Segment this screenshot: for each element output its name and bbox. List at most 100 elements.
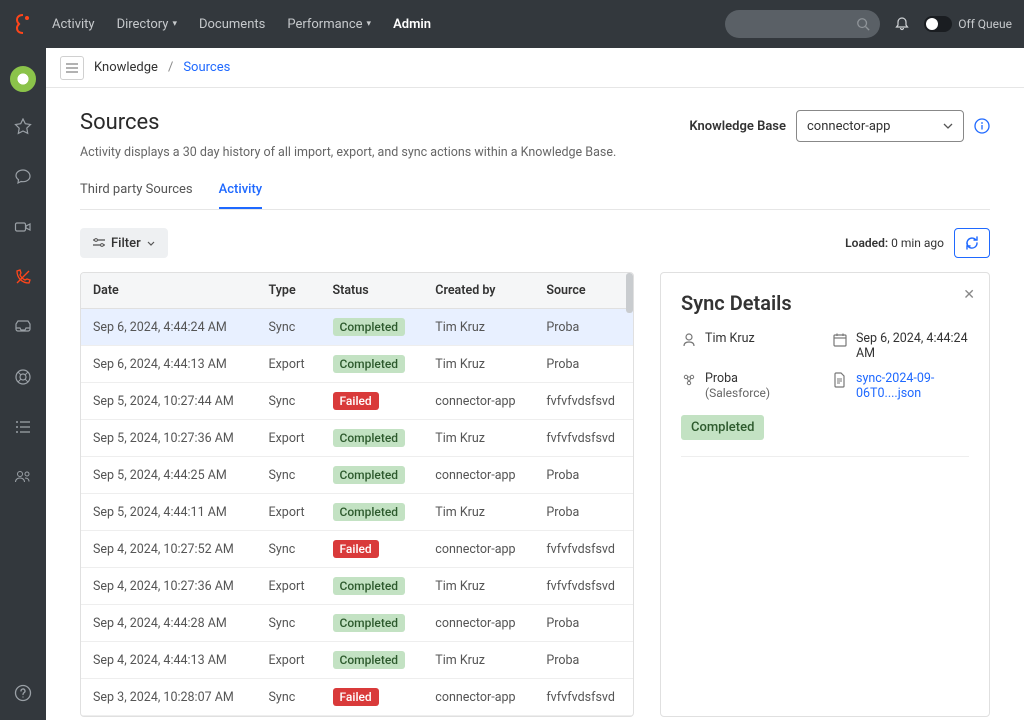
status-badge: Completed [333,614,406,632]
table-cell: Completed [321,346,424,383]
video-icon[interactable] [12,216,34,238]
sync-details-panel: ✕ Sync Details Tim Kruz Sep 6, 2024, 4:4… [660,272,990,717]
notifications-icon[interactable] [894,16,910,32]
table-cell: Sync [257,457,321,494]
table-row[interactable]: Sep 4, 2024, 10:27:36 AMExportCompletedT… [81,568,633,605]
details-status-badge: Completed [681,415,764,440]
table-cell: Failed [321,679,424,716]
table-cell: Completed [321,642,424,679]
kb-label: Knowledge Base [689,119,786,134]
table-row[interactable]: Sep 4, 2024, 4:44:13 AMExportCompletedTi… [81,642,633,679]
column-header[interactable]: Date [81,273,257,309]
search-icon [856,17,870,31]
close-icon[interactable]: ✕ [963,287,975,303]
users-icon[interactable] [12,466,34,488]
column-header[interactable]: Type [257,273,321,309]
refresh-button[interactable] [954,228,990,258]
breadcrumb-current[interactable]: Sources [183,60,230,75]
table-cell: Sync [257,309,321,346]
table-row[interactable]: Sep 5, 2024, 4:44:11 AMExportCompletedTi… [81,494,633,531]
tab-third-party-sources[interactable]: Third party Sources [80,182,193,209]
column-header[interactable]: Source [534,273,633,309]
table-cell: connector-app [423,531,534,568]
list-icon[interactable] [12,416,34,438]
details-file-link[interactable]: sync-2024-09-06T0....json [856,371,969,401]
topnav-item-directory[interactable]: Directory▾ [117,0,177,48]
table-cell: Proba [534,457,633,494]
column-header[interactable]: Status [321,273,424,309]
table-row[interactable]: Sep 5, 2024, 10:27:44 AMSyncFailedconnec… [81,383,633,420]
table-cell: connector-app [423,679,534,716]
filter-button[interactable]: Filter [80,228,168,258]
table-cell: connector-app [423,605,534,642]
status-badge: Failed [333,392,379,410]
knowledge-base-select[interactable]: connector-app [796,110,964,142]
phone-off-icon[interactable] [12,266,34,288]
global-search-input[interactable] [725,10,880,38]
table-row[interactable]: Sep 5, 2024, 4:44:25 AMSyncCompletedconn… [81,457,633,494]
info-icon[interactable] [974,118,990,134]
topnav-item-documents[interactable]: Documents [199,0,265,48]
chevron-down-icon [147,241,155,246]
table-cell: Tim Kruz [423,494,534,531]
inbox-icon[interactable] [12,316,34,338]
activity-table: DateTypeStatusCreated bySource Sep 6, 20… [80,272,634,717]
table-cell: Sep 6, 2024, 4:44:24 AM [81,309,257,346]
chat-icon[interactable] [12,166,34,188]
table-cell: Export [257,346,321,383]
status-badge: Completed [333,651,406,669]
table-cell: Tim Kruz [423,346,534,383]
status-badge: Completed [333,429,406,447]
table-cell: Sync [257,679,321,716]
help-icon[interactable] [12,682,34,704]
table-row[interactable]: Sep 6, 2024, 4:44:13 AMExportCompletedTi… [81,346,633,383]
table-cell: Sync [257,605,321,642]
table-cell: Failed [321,531,424,568]
table-cell: connector-app [423,383,534,420]
queue-toggle[interactable]: Off Queue [924,16,1012,32]
table-cell: fvfvfvdsfsvd [534,568,633,605]
details-source-type: (Salesforce) [705,386,770,400]
details-source: Proba [705,371,738,386]
chevron-down-icon: ▾ [172,19,177,29]
avatar[interactable] [10,66,36,92]
table-cell: Tim Kruz [423,309,534,346]
toggle-switch[interactable] [924,16,952,32]
table-cell: Export [257,494,321,531]
topnav-item-activity[interactable]: Activity [52,0,95,48]
table-cell: Sep 4, 2024, 10:27:36 AM [81,568,257,605]
table-row[interactable]: Sep 5, 2024, 10:27:36 AMExportCompletedT… [81,420,633,457]
lifesaver-icon[interactable] [12,366,34,388]
table-row[interactable]: Sep 4, 2024, 4:44:28 AMSyncCompletedconn… [81,605,633,642]
tab-activity[interactable]: Activity [219,182,263,209]
table-row[interactable]: Sep 4, 2024, 10:27:52 AMSyncFailedconnec… [81,531,633,568]
page-description: Activity displays a 30 day history of al… [80,145,616,160]
table-cell: Tim Kruz [423,420,534,457]
table-row[interactable]: Sep 3, 2024, 10:28:07 AMSyncFailedconnec… [81,679,633,716]
top-navbar: Activity Directory▾ Documents Performance▾ A… [0,0,1024,48]
table-cell: Sep 6, 2024, 4:44:13 AM [81,346,257,383]
table-cell: Completed [321,568,424,605]
calendar-icon [832,332,848,348]
table-cell: Export [257,642,321,679]
breadcrumb-root[interactable]: Knowledge [94,60,158,75]
page-title: Sources [80,110,616,135]
brand-logo-icon[interactable] [12,13,34,35]
table-cell: Completed [321,457,424,494]
topnav-item-admin[interactable]: Admin [393,0,431,48]
table-cell: fvfvfvdsfsvd [534,679,633,716]
topnav-item-performance[interactable]: Performance▾ [287,0,371,48]
table-cell: Sep 3, 2024, 10:28:07 AM [81,679,257,716]
table-row[interactable]: Sep 6, 2024, 4:44:24 AMSync Completed Tim … [81,309,633,346]
table-cell: Sep 5, 2024, 4:44:25 AM [81,457,257,494]
status-badge: Failed [333,540,379,558]
table-cell: fvfvfvdsfsvd [534,383,633,420]
filter-icon [93,238,105,248]
column-header[interactable]: Created by [423,273,534,309]
table-cell: Proba [534,605,633,642]
status-badge: Completed [333,318,406,336]
table-cell: Completed [321,420,424,457]
star-icon[interactable] [12,116,34,138]
table-cell: Completed [321,494,424,531]
sidebar-toggle-button[interactable] [60,56,84,80]
